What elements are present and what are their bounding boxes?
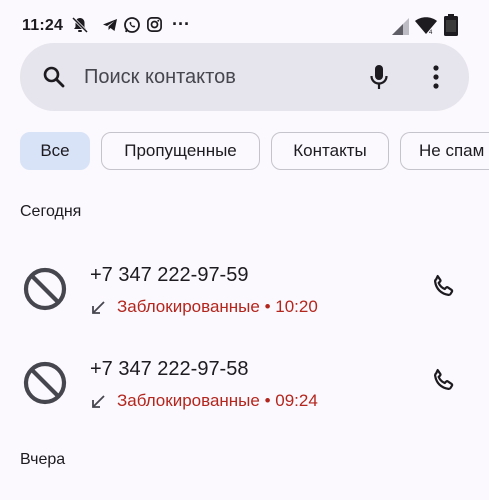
call-separator: • xyxy=(259,297,276,316)
phone-icon[interactable] xyxy=(430,272,458,300)
wifi-icon: 4 xyxy=(415,17,437,35)
filter-chip-missed[interactable]: Пропущенные xyxy=(101,132,260,170)
filter-chip-label: Пропущенные xyxy=(124,141,237,160)
call-log-item[interactable]: +7 347 222-97-58 Заблокированные • 09:24 xyxy=(0,358,489,438)
filter-chips: Все Пропущенные Контакты Не спам xyxy=(20,132,489,172)
call-time: 10:20 xyxy=(275,297,318,316)
filter-chip-all[interactable]: Все xyxy=(20,132,90,170)
blocked-icon xyxy=(23,361,67,405)
svg-text:4: 4 xyxy=(429,30,433,35)
search-bar[interactable] xyxy=(20,43,469,111)
filter-chip-not-spam[interactable]: Не спам xyxy=(400,132,489,170)
filter-chip-contacts[interactable]: Контакты xyxy=(271,132,389,170)
signal-icon xyxy=(392,18,409,35)
call-number: +7 347 222-97-58 xyxy=(90,358,249,380)
search-icon[interactable] xyxy=(42,65,66,89)
call-log-item[interactable]: +7 347 222-97-59 Заблокированные • 10:20 xyxy=(0,264,489,344)
incoming-call-arrow-icon xyxy=(92,300,105,314)
battery-icon xyxy=(444,14,458,36)
call-meta: Заблокированные • 10:20 xyxy=(90,297,318,317)
call-status: Заблокированные xyxy=(117,391,260,410)
muted-notification-icon xyxy=(71,16,89,34)
more-vert-icon[interactable] xyxy=(426,65,446,89)
incoming-call-arrow-icon xyxy=(92,394,105,408)
instagram-icon xyxy=(147,17,162,32)
call-status: Заблокированные xyxy=(117,297,260,316)
search-input[interactable] xyxy=(84,63,344,91)
blocked-icon xyxy=(23,267,67,311)
section-header-yesterday: Вчера xyxy=(20,451,66,468)
call-separator: • xyxy=(259,391,276,410)
phone-icon[interactable] xyxy=(430,366,458,394)
call-meta: Заблокированные • 09:24 xyxy=(90,391,318,411)
filter-chip-label: Все xyxy=(40,141,70,160)
microphone-icon[interactable] xyxy=(369,63,389,91)
telegram-icon xyxy=(103,19,117,31)
status-time: 11:24 xyxy=(22,17,64,34)
call-time: 09:24 xyxy=(275,391,318,410)
more-notifications-icon: ··· xyxy=(172,14,190,34)
filter-chip-label: Не спам xyxy=(419,141,485,160)
section-header-today: Сегодня xyxy=(20,203,82,220)
call-number: +7 347 222-97-59 xyxy=(90,264,249,286)
whatsapp-icon xyxy=(124,17,140,33)
filter-chip-label: Контакты xyxy=(293,141,367,160)
